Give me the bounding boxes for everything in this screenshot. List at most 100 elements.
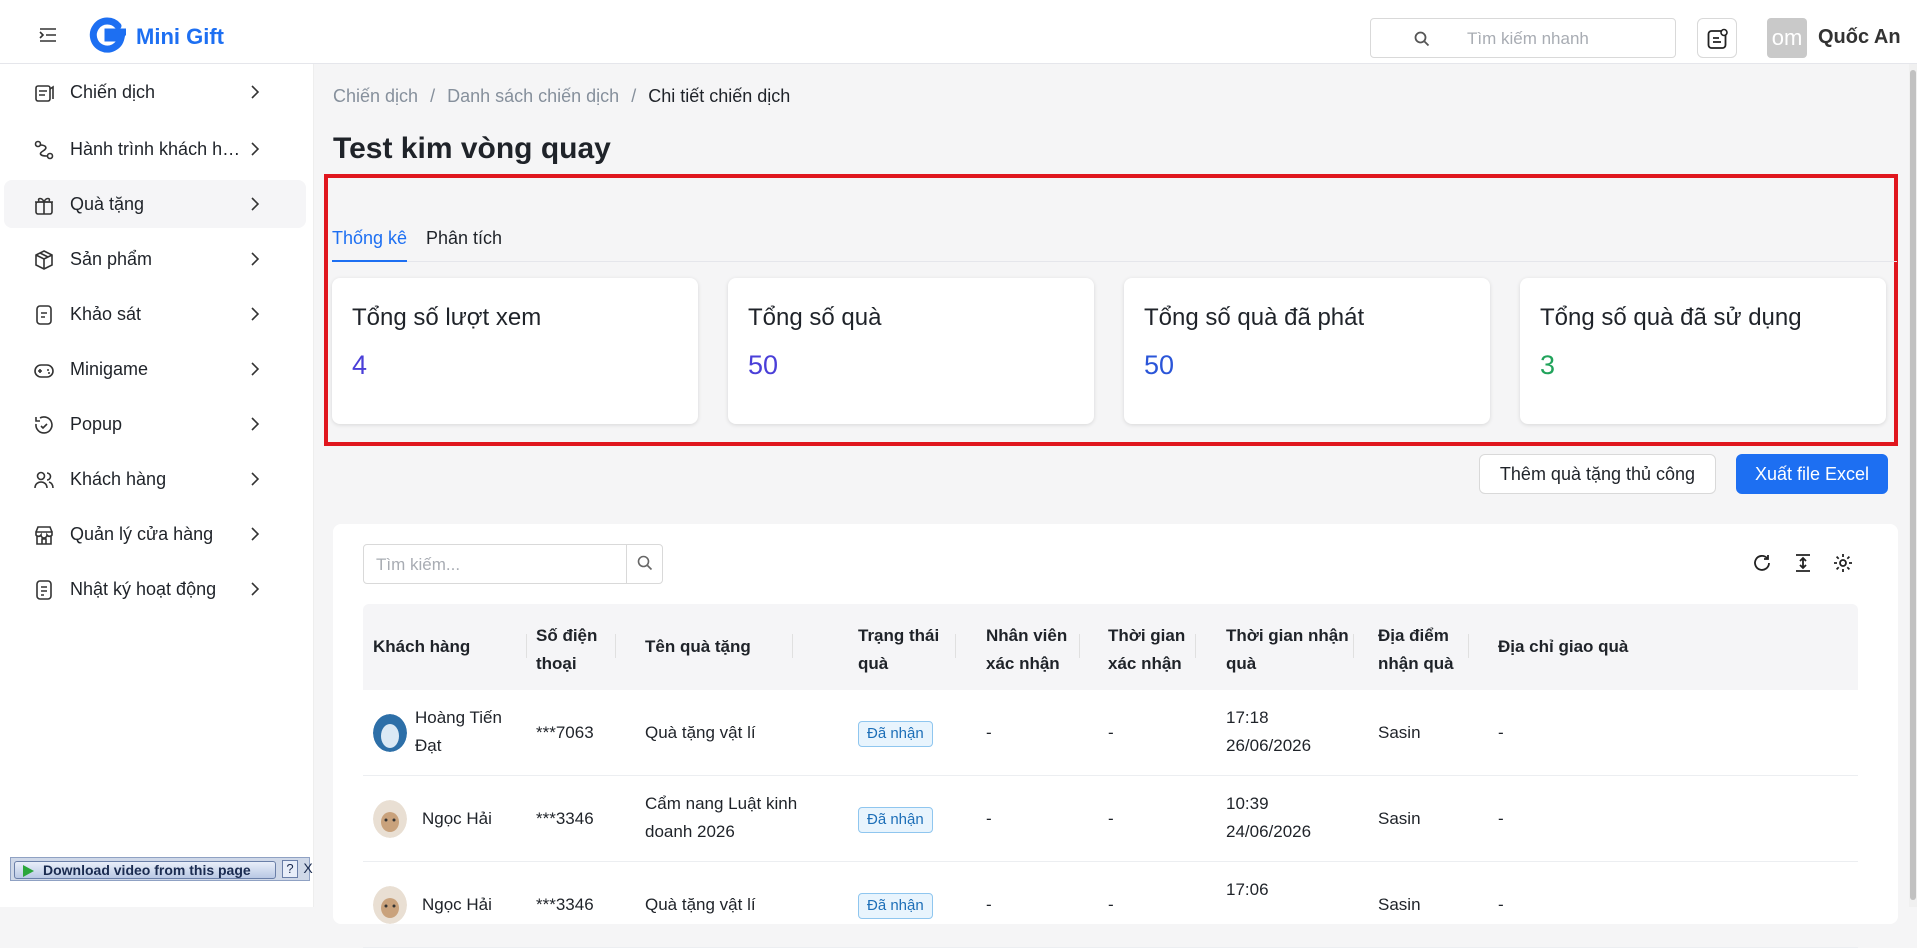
column-height-icon[interactable] — [1792, 552, 1814, 574]
sidebar-item-label: Khảo sát — [70, 304, 142, 324]
add-manual-gift-button[interactable]: Thêm quà tặng thủ công — [1479, 454, 1716, 494]
column-separator — [1353, 634, 1354, 658]
chevron-right-icon — [251, 252, 260, 266]
table-search-button[interactable] — [626, 544, 664, 584]
sidebar-item-survey[interactable]: Khảo sát — [4, 290, 306, 338]
status-badge: Đã nhận — [858, 807, 933, 833]
quick-search[interactable] — [1370, 18, 1676, 58]
status-badge: Đã nhận — [858, 893, 933, 919]
breadcrumb-item[interactable]: Danh sách chiến dịch — [447, 86, 619, 106]
chevron-right-icon — [251, 197, 260, 211]
settings-gear-icon[interactable] — [1832, 552, 1854, 574]
sidebar-item-customers[interactable]: Khách hàng — [4, 455, 306, 503]
breadcrumb-separator: / — [430, 86, 436, 106]
table-search-input[interactable] — [376, 553, 616, 577]
status-badge: Đã nhận — [858, 721, 933, 747]
chevron-right-icon — [251, 142, 260, 156]
column-header[interactable]: Tên quà tặng — [645, 633, 751, 661]
close-button[interactable]: X — [301, 860, 315, 878]
refresh-icon[interactable] — [1751, 552, 1773, 574]
receive-time: 17:06 — [1226, 880, 1269, 899]
scrollbar-thumb[interactable] — [1910, 70, 1916, 900]
sidebar-item-gifts[interactable]: Quà tặng — [4, 180, 306, 228]
stat-card-gifts-issued: Tổng số quà đã phát 50 — [1124, 278, 1490, 424]
stat-label: Tổng số lượt xem — [352, 304, 542, 331]
user-avatar[interactable]: om — [1767, 18, 1807, 58]
sidebar-item-activity-log[interactable]: Nhật ký hoạt động — [4, 565, 306, 613]
customer-name: Hoàng Tiến Đạt — [415, 708, 502, 755]
notification-button[interactable] — [1697, 18, 1737, 58]
download-video-label: Download video from this page — [43, 862, 251, 878]
download-video-button[interactable]: Download video from this page — [14, 861, 276, 879]
logo-icon — [89, 17, 126, 53]
sidebar-item-label: Popup — [70, 414, 123, 434]
column-header[interactable]: Địa chỉ giao quà — [1498, 633, 1628, 661]
gamepad-icon — [34, 364, 54, 378]
column-separator — [792, 634, 793, 658]
store-icon — [35, 526, 53, 545]
phone: ***7063 — [536, 723, 594, 742]
table-search[interactable] — [363, 544, 663, 584]
sidebar-item-customer-journey[interactable]: Hành trình khách hàng — [4, 125, 306, 173]
chevron-right-icon — [251, 362, 260, 376]
search-icon — [1414, 31, 1430, 47]
gift-icon — [35, 197, 53, 215]
column-header[interactable]: Thời gian xác nhận — [1108, 622, 1188, 678]
export-excel-button[interactable]: Xuất file Excel — [1736, 454, 1888, 494]
receive-time: 17:18 26/06/2026 — [1226, 708, 1312, 755]
table-header: Khách hàng Số điện thoại Tên quà tặng Tr… — [363, 604, 1858, 690]
user-name[interactable]: Quốc An — [1818, 26, 1901, 49]
sidebar: Chiến dịch Hành trình khách hàng Quà tặn… — [0, 64, 314, 907]
breadcrumb-separator: / — [631, 86, 637, 106]
receive-place: Sasin — [1378, 809, 1421, 828]
sidebar-item-products[interactable]: Sản phẩm — [4, 235, 306, 283]
gift-name: Quà tặng vật lí — [645, 723, 756, 742]
chevron-right-icon — [251, 417, 260, 431]
column-header[interactable]: Thời gian nhận quà — [1226, 622, 1351, 678]
customer-avatar — [373, 800, 407, 838]
staff: - — [986, 895, 992, 914]
table-row[interactable]: Ngọc Hải ***3346 Quà tặng vật lí Đã nhận… — [363, 862, 1858, 948]
confirm-time: - — [1108, 809, 1114, 828]
help-button[interactable]: ? — [282, 860, 298, 878]
stat-card-total-views: Tổng số lượt xem 4 — [332, 278, 698, 424]
product-box-icon — [35, 250, 53, 270]
table-row[interactable]: Hoàng Tiến Đạt ***7063 Quà tặng vật lí Đ… — [363, 690, 1858, 776]
menu-collapse-icon[interactable] — [39, 28, 57, 42]
breadcrumb-item[interactable]: Chiến dịch — [333, 86, 418, 106]
customer-avatar — [373, 714, 407, 752]
confirm-time: - — [1108, 895, 1114, 914]
sidebar-item-label: Sản phẩm — [70, 249, 153, 269]
sidebar-item-label: Quà tặng — [70, 194, 145, 214]
notification-icon — [1707, 28, 1728, 49]
delivery-address: - — [1498, 723, 1504, 742]
tab-analysis[interactable]: Phân tích — [426, 228, 502, 262]
column-header[interactable]: Số điện thoại — [536, 622, 611, 678]
quick-search-input[interactable] — [1467, 27, 1667, 51]
search-icon — [637, 555, 653, 571]
stat-card-total-gifts: Tổng số quà 50 — [728, 278, 1094, 424]
journey-icon — [34, 140, 54, 160]
customer-name: Ngọc Hải — [422, 809, 492, 828]
stat-label: Tổng số quà đã phát — [1144, 304, 1365, 331]
receive-time: 10:39 24/06/2026 — [1226, 794, 1312, 841]
sidebar-item-popup[interactable]: Popup — [4, 400, 306, 448]
column-header[interactable]: Nhân viên xác nhận — [986, 622, 1076, 678]
chevron-right-icon — [251, 307, 260, 321]
chevron-right-icon — [251, 527, 260, 541]
stat-value: 50 — [748, 350, 779, 380]
column-separator — [1195, 634, 1196, 658]
column-header[interactable]: Địa điểm nhận quà — [1378, 622, 1463, 678]
sidebar-item-campaign[interactable]: Chiến dịch — [4, 68, 306, 116]
table-row[interactable]: Ngọc Hải ***3346 Cẩm nang Luật kinh doan… — [363, 776, 1858, 862]
receive-place: Sasin — [1378, 723, 1421, 742]
column-separator — [615, 634, 616, 658]
sidebar-item-store-management[interactable]: Quản lý cửa hàng — [4, 510, 306, 558]
page-scrollbar[interactable] — [1909, 64, 1917, 907]
column-header[interactable]: Khách hàng — [373, 633, 470, 661]
column-header[interactable]: Trạng thái quà — [858, 622, 948, 678]
sidebar-item-minigame[interactable]: Minigame — [4, 345, 306, 393]
tab-statistics[interactable]: Thống kê — [332, 228, 408, 262]
sidebar-item-label: Quản lý cửa hàng — [70, 524, 214, 544]
top-bar: Mini Gift om Quốc An — [0, 0, 1917, 64]
